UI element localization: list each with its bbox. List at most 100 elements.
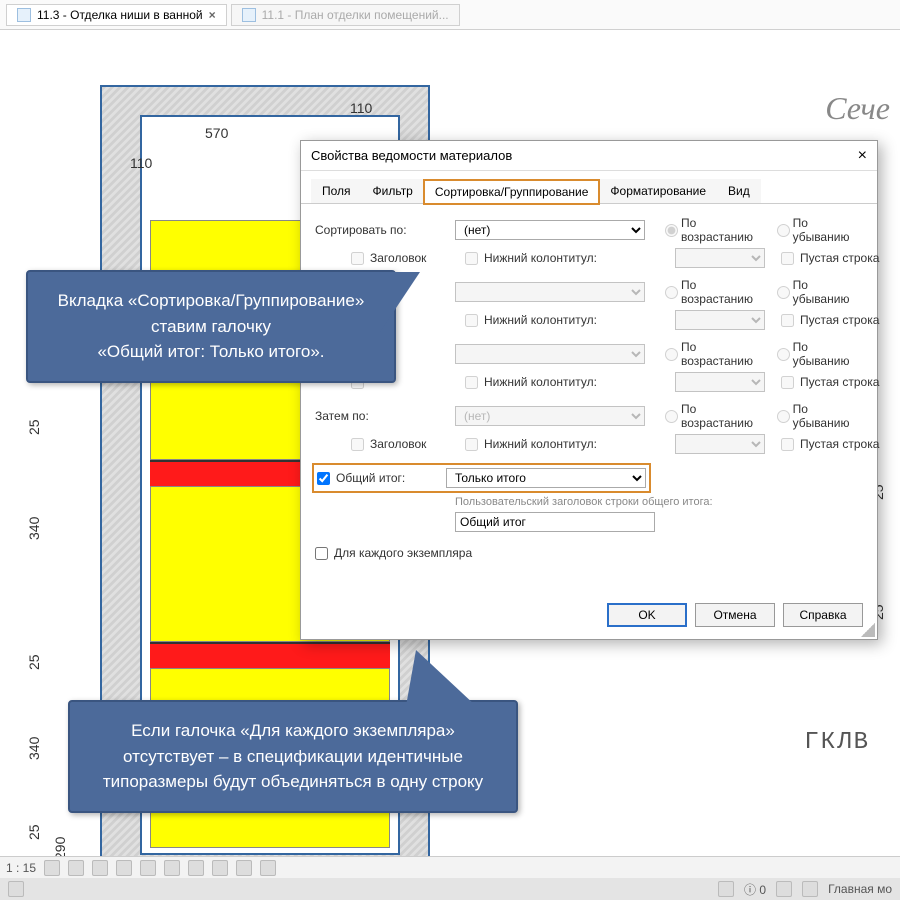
blankline-label: Пустая строка: [800, 313, 879, 327]
footer-select[interactable]: [675, 434, 765, 454]
dialog-title: Свойства ведомости материалов: [311, 141, 512, 170]
header-label: Заголовок: [370, 437, 426, 451]
document-icon: [17, 8, 31, 22]
tab-sort-group[interactable]: Сортировка/Группирование: [424, 180, 600, 204]
callout-annotation: Вкладка «Сортировка/Группирование» стави…: [26, 270, 396, 383]
dimension-label: 25: [26, 419, 42, 435]
footer-check[interactable]: [465, 438, 478, 451]
dimension-label: 110: [350, 100, 372, 116]
dialog-button-row: OK Отмена Справка: [607, 603, 863, 627]
custom-total-label: Пользовательский заголовок строки общего…: [455, 496, 863, 508]
tab-formatting[interactable]: Форматирование: [599, 179, 717, 203]
blankline-check[interactable]: [781, 314, 794, 327]
dimension-label: 25: [26, 824, 42, 840]
document-tab-bar: 11.3 - Отделка ниши в ванной × 11.1 - Пл…: [0, 0, 900, 30]
footer-label: Нижний колонтитул:: [484, 375, 597, 389]
footer-check[interactable]: [465, 314, 478, 327]
dialog-title-bar[interactable]: Свойства ведомости материалов ×: [301, 141, 877, 171]
sort-desc-label: По убыванию: [793, 278, 863, 306]
sun-path-icon[interactable]: [68, 860, 84, 876]
sort-desc-label: По убыванию: [793, 340, 863, 368]
blankline-check[interactable]: [781, 252, 794, 265]
dimension-label: 570: [205, 125, 228, 141]
callout-line: Вкладка «Сортировка/Группирование»: [50, 288, 372, 314]
dialog-body: Сортировать по: (нет) По возрастанию По …: [301, 204, 877, 572]
section-title-partial: Сече: [825, 90, 890, 127]
document-tab-label: 11.3 - Отделка ниши в ванной: [37, 8, 203, 22]
reveal-icon[interactable]: [188, 860, 204, 876]
select-icon[interactable]: [8, 881, 24, 897]
toolbar-icon[interactable]: [212, 860, 228, 876]
scale-value[interactable]: 1 : 15: [6, 861, 36, 875]
grand-total-select[interactable]: Только итого: [446, 468, 646, 488]
thenby-select[interactable]: [455, 344, 645, 364]
toolbar-icon[interactable]: [236, 860, 252, 876]
thenby-asc-radio[interactable]: [665, 410, 678, 423]
thenby-desc-radio[interactable]: [777, 410, 790, 423]
toolbar-icon[interactable]: [260, 860, 276, 876]
blankline-check[interactable]: [781, 438, 794, 451]
view-control-bar: 1 : 15: [0, 856, 900, 878]
sort-asc-radio[interactable]: [665, 224, 678, 237]
filter-icon[interactable]: [776, 881, 792, 897]
sort-by-label: Сортировать по:: [315, 223, 445, 237]
dimension-label: 290: [52, 837, 68, 856]
document-tab-inactive[interactable]: 11.1 - План отделки помещений...: [231, 4, 460, 26]
tab-view[interactable]: Вид: [717, 179, 761, 203]
schedule-properties-dialog: Свойства ведомости материалов × Поля Фил…: [300, 140, 878, 640]
callout-line: Если галочка «Для каждого экземпляра»: [92, 718, 494, 744]
sort-desc-radio[interactable]: [777, 224, 790, 237]
blankline-label: Пустая строка: [800, 437, 879, 451]
header-label: Заголовок: [370, 251, 426, 265]
callout-line: «Общий итог: Только итого».: [50, 339, 372, 365]
workset-icon[interactable]: [718, 881, 734, 897]
header-check[interactable]: [351, 252, 364, 265]
tab-fields[interactable]: Поля: [311, 179, 362, 203]
blankline-label: Пустая строка: [800, 375, 879, 389]
sort-desc-label: По убыванию: [793, 402, 863, 430]
temporary-hide-icon[interactable]: [164, 860, 180, 876]
sort-asc-label: По возрастанию: [681, 340, 767, 368]
callout-line: отсутствует – в спецификации идентичные: [92, 744, 494, 770]
footer-check[interactable]: [465, 376, 478, 389]
visual-style-icon[interactable]: [44, 860, 60, 876]
show-hidden-icon[interactable]: [140, 860, 156, 876]
thenby-select[interactable]: (нет): [455, 406, 645, 426]
thenby-asc-radio[interactable]: [665, 348, 678, 361]
thenby-select[interactable]: [455, 282, 645, 302]
each-instance-label: Для каждого экземпляра: [334, 546, 472, 560]
footer-select[interactable]: [675, 310, 765, 330]
help-button[interactable]: Справка: [783, 603, 863, 627]
each-instance-check[interactable]: [315, 547, 328, 560]
main-model-label[interactable]: Главная мо: [828, 882, 892, 896]
shadows-icon[interactable]: [92, 860, 108, 876]
sort-by-select[interactable]: (нет): [455, 220, 645, 240]
selection-icon[interactable]: [802, 881, 818, 897]
tab-filter[interactable]: Фильтр: [362, 179, 424, 203]
grand-total-check[interactable]: [317, 472, 330, 485]
dimension-label: 340: [26, 517, 42, 540]
document-tab-active[interactable]: 11.3 - Отделка ниши в ванной ×: [6, 4, 227, 26]
sort-desc-label: По убыванию: [793, 216, 863, 244]
tab-close-icon[interactable]: ×: [209, 8, 216, 22]
footer-select[interactable]: [675, 372, 765, 392]
thenby-desc-radio[interactable]: [777, 286, 790, 299]
header-check[interactable]: [351, 438, 364, 451]
cancel-button[interactable]: Отмена: [695, 603, 775, 627]
blankline-check[interactable]: [781, 376, 794, 389]
footer-select[interactable]: [675, 248, 765, 268]
sort-asc-label: По возрастанию: [681, 402, 767, 430]
custom-total-input[interactable]: [455, 512, 655, 532]
strip-red: [150, 642, 390, 668]
close-icon[interactable]: ×: [858, 141, 867, 170]
crop-icon[interactable]: [116, 860, 132, 876]
thenby-asc-radio[interactable]: [665, 286, 678, 299]
ok-button[interactable]: OK: [607, 603, 687, 627]
resize-grip-icon[interactable]: [861, 623, 875, 637]
footer-check[interactable]: [465, 252, 478, 265]
callout-line: типоразмеры будут объединяться в одну ст…: [92, 769, 494, 795]
sort-asc-label: По возрастанию: [681, 216, 767, 244]
callout-line: ставим галочку: [50, 314, 372, 340]
thenby-desc-radio[interactable]: [777, 348, 790, 361]
zoom-value: 0: [759, 883, 766, 897]
